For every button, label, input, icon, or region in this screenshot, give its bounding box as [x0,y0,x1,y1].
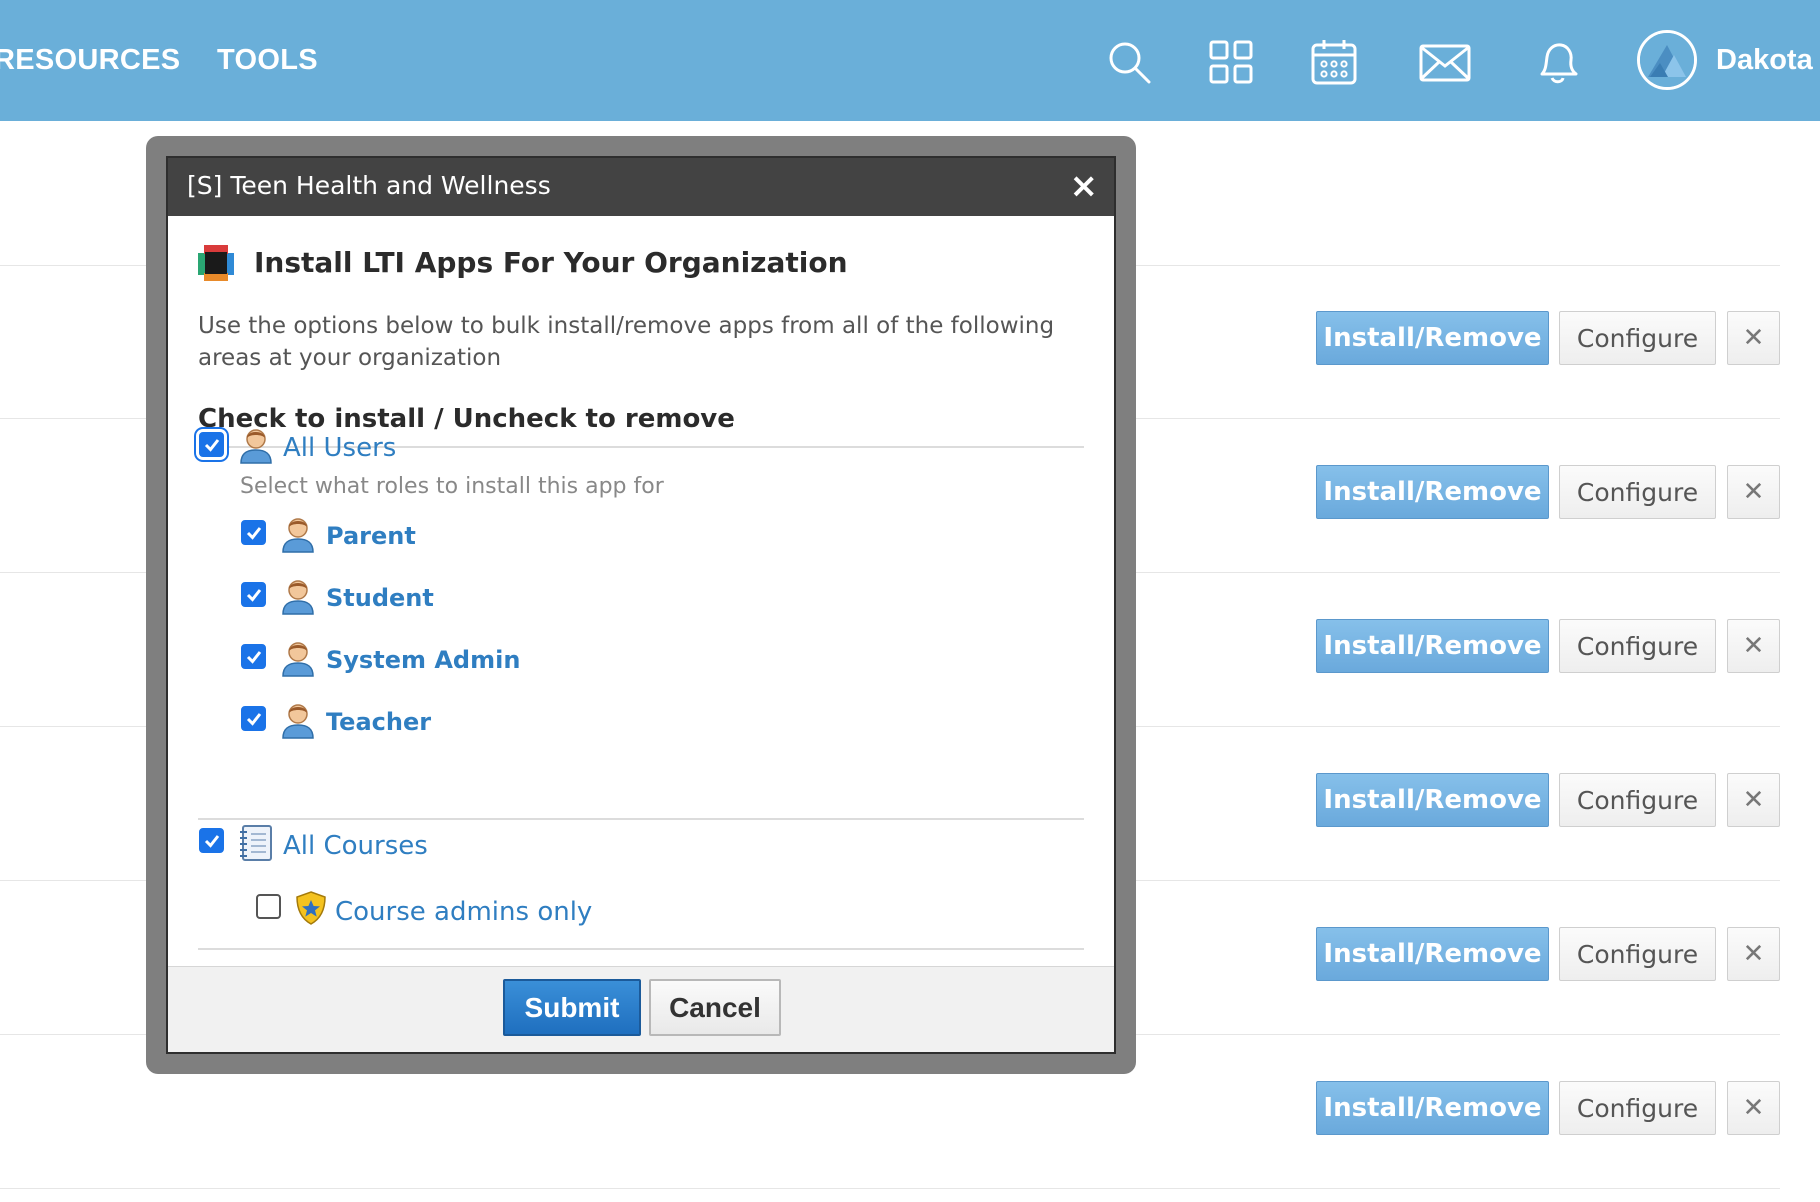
lti-app-logo-icon [198,245,234,281]
modal-overlay-frame: [S] Teen Health and Wellness × Install L… [146,136,1136,1074]
close-icon[interactable]: × [1070,166,1099,206]
role-system-admin-label[interactable]: System Admin [326,646,520,674]
remove-button[interactable]: ✕ [1727,773,1780,827]
user-name[interactable]: Dakota [1716,44,1813,77]
remove-button[interactable]: ✕ [1727,927,1780,981]
configure-button[interactable]: Configure [1559,311,1716,365]
all-users-checkbox[interactable] [199,432,224,457]
install-remove-button[interactable]: Install/Remove [1316,927,1549,981]
install-lti-apps-dialog: [S] Teen Health and Wellness × Install L… [166,156,1116,1054]
submit-button[interactable]: Submit [503,979,641,1036]
divider [198,948,1084,950]
course-admins-only-checkbox[interactable] [256,894,281,919]
role-teacher-label[interactable]: Teacher [326,708,431,736]
dialog-header: [S] Teen Health and Wellness × [168,158,1114,216]
notifications-bell-icon[interactable] [1532,38,1582,88]
install-remove-button[interactable]: Install/Remove [1316,619,1549,673]
cancel-button[interactable]: Cancel [649,979,781,1036]
dialog-heading: Install LTI Apps For Your Organization [254,246,848,279]
user-icon [280,577,316,615]
configure-button[interactable]: Configure [1559,619,1716,673]
calendar-icon[interactable] [1309,38,1359,88]
roles-hint: Select what roles to install this app fo… [240,474,664,499]
mail-icon[interactable] [1418,38,1472,88]
remove-button[interactable]: ✕ [1727,311,1780,365]
nav-tools[interactable]: TOOLS [217,44,318,77]
role-parent-label[interactable]: Parent [326,522,416,550]
configure-button[interactable]: Configure [1559,927,1716,981]
avatar[interactable] [1637,30,1697,90]
dialog-title: [S] Teen Health and Wellness [187,171,551,200]
role-system-admin-checkbox[interactable] [241,644,266,669]
top-navigation-bar: RESOURCES TOOLS Dakota [0,0,1820,121]
all-courses-label[interactable]: All Courses [283,831,428,861]
install-remove-button[interactable]: Install/Remove [1316,773,1549,827]
user-icon [280,639,316,677]
apps-grid-icon[interactable] [1207,38,1257,88]
role-student-label[interactable]: Student [326,584,434,612]
row-divider [0,1188,1780,1189]
course-admins-only-label[interactable]: Course admins only [335,897,592,927]
role-parent-checkbox[interactable] [241,520,266,545]
dialog-description: Use the options below to bulk install/re… [198,313,1055,371]
role-teacher-checkbox[interactable] [241,706,266,731]
all-courses-checkbox[interactable] [199,828,224,853]
user-icon [280,701,316,739]
nav-resources[interactable]: RESOURCES [0,44,180,77]
install-remove-button[interactable]: Install/Remove [1316,311,1549,365]
remove-button[interactable]: ✕ [1727,619,1780,673]
remove-button[interactable]: ✕ [1727,1081,1780,1135]
check-instruction: Check to install / Uncheck to remove [198,404,735,434]
remove-button[interactable]: ✕ [1727,465,1780,519]
divider [198,818,1084,820]
user-icon [280,515,316,553]
course-notebook-icon [238,824,274,862]
dialog-footer: Submit Cancel [168,966,1114,1052]
install-remove-button[interactable]: Install/Remove [1316,465,1549,519]
configure-button[interactable]: Configure [1559,1081,1716,1135]
all-users-label[interactable]: All Users [283,433,396,463]
admin-shield-star-icon [294,890,328,926]
role-student-checkbox[interactable] [241,582,266,607]
configure-button[interactable]: Configure [1559,773,1716,827]
user-icon [238,426,274,464]
configure-button[interactable]: Configure [1559,465,1716,519]
search-icon[interactable] [1105,38,1155,88]
install-remove-button[interactable]: Install/Remove [1316,1081,1549,1135]
